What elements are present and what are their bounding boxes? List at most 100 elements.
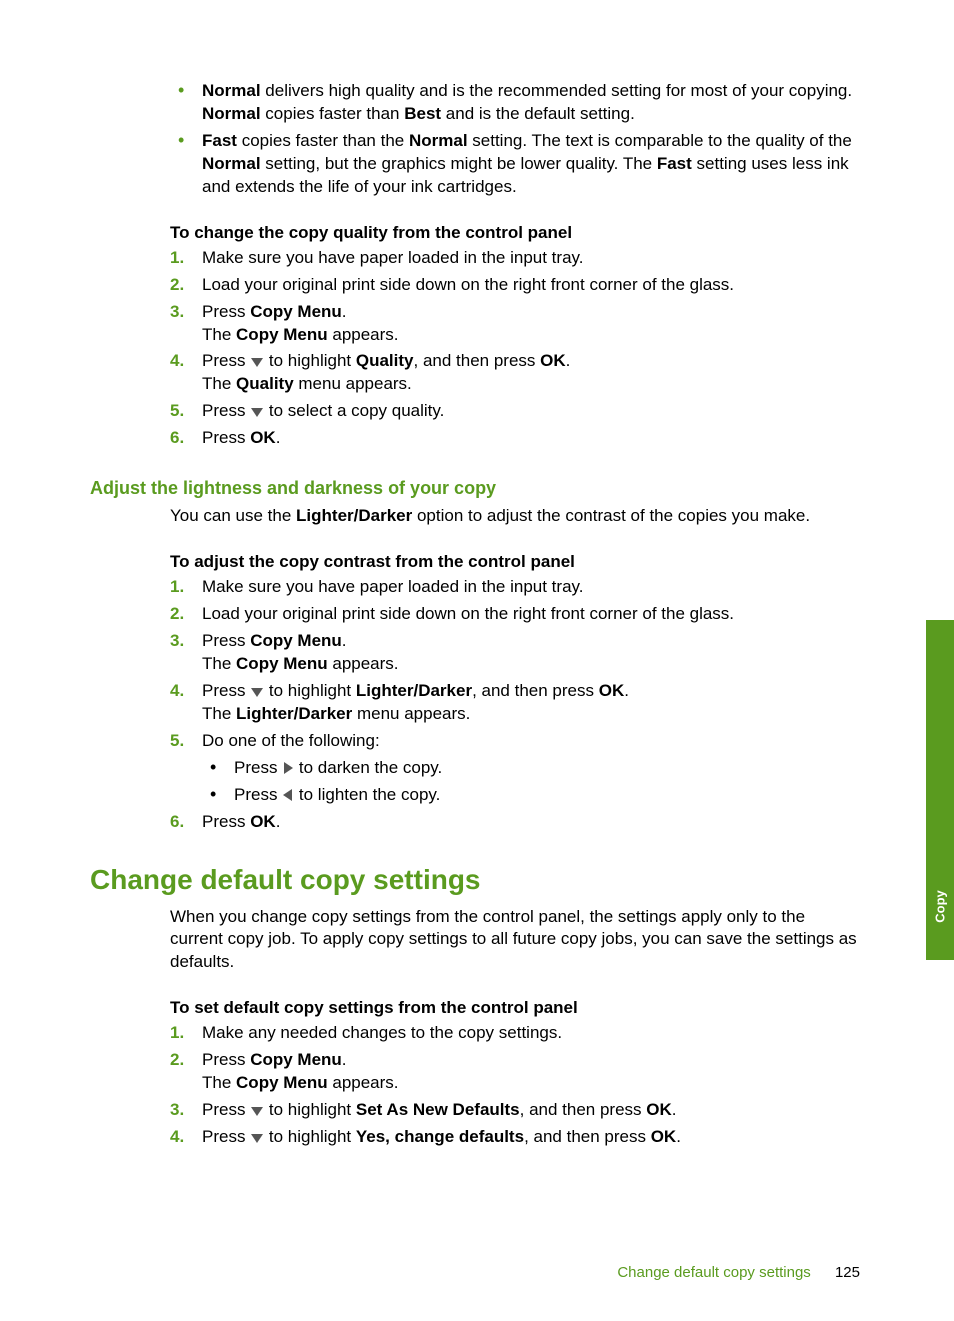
text: Press bbox=[202, 401, 250, 420]
text: to darken the copy. bbox=[294, 758, 442, 777]
list-item: 5. Press to select a copy quality. bbox=[170, 400, 860, 423]
step-number: 5. bbox=[170, 400, 184, 423]
list-item: 6. Press OK. bbox=[170, 427, 860, 450]
text: , and then press bbox=[520, 1100, 647, 1119]
paragraph: You can use the Lighter/Darker option to… bbox=[170, 505, 860, 528]
bold-text: Copy Menu bbox=[250, 302, 342, 321]
text: , and then press bbox=[472, 681, 599, 700]
list-item: 1.Make any needed changes to the copy se… bbox=[170, 1022, 860, 1045]
list-item: 5. Do one of the following: Press to dar… bbox=[170, 730, 860, 807]
bold-text: Normal bbox=[202, 154, 261, 173]
text: Load your original print side down on th… bbox=[202, 604, 734, 623]
list-item: 4. Press to highlight Yes, change defaul… bbox=[170, 1126, 860, 1149]
text: option to adjust the contrast of the cop… bbox=[412, 506, 810, 525]
step-number: 3. bbox=[170, 630, 184, 653]
page: Normal delivers high quality and is the … bbox=[0, 0, 954, 1321]
down-arrow-icon bbox=[250, 1132, 264, 1144]
list-item: 4. Press to highlight Lighter/Darker, an… bbox=[170, 680, 860, 726]
footer-page-number: 125 bbox=[835, 1264, 860, 1281]
text: . bbox=[566, 351, 571, 370]
text: The bbox=[202, 325, 236, 344]
step-number: 2. bbox=[170, 1049, 184, 1072]
step-number: 4. bbox=[170, 350, 184, 373]
text: . bbox=[676, 1127, 681, 1146]
bold-text: Copy Menu bbox=[236, 1073, 328, 1092]
down-arrow-icon bbox=[250, 686, 264, 698]
text: Press bbox=[202, 631, 250, 650]
text: , and then press bbox=[524, 1127, 651, 1146]
list-item: 3. Press to highlight Set As New Default… bbox=[170, 1099, 860, 1122]
list-item: 3. Press Copy Menu. The Copy Menu appear… bbox=[170, 630, 860, 676]
text: and is the default setting. bbox=[441, 104, 635, 123]
text: , and then press bbox=[414, 351, 541, 370]
step-number: 1. bbox=[170, 247, 184, 270]
down-arrow-icon bbox=[250, 406, 264, 418]
procedure-title: To set default copy settings from the co… bbox=[170, 998, 860, 1018]
page-footer: Change default copy settings 125 bbox=[90, 1264, 860, 1281]
text: The bbox=[202, 374, 236, 393]
bold-text: Copy Menu bbox=[250, 1050, 342, 1069]
text: menu appears. bbox=[352, 704, 470, 723]
text: setting, but the graphics might be lower… bbox=[261, 154, 657, 173]
list-item: Press to lighten the copy. bbox=[202, 784, 860, 807]
bold-text: Copy Menu bbox=[236, 654, 328, 673]
step-number: 6. bbox=[170, 811, 184, 834]
text: Do one of the following: bbox=[202, 731, 380, 750]
procedure-title: To adjust the copy contrast from the con… bbox=[170, 552, 860, 572]
intro-bullets: Normal delivers high quality and is the … bbox=[170, 80, 860, 199]
text: The bbox=[202, 654, 236, 673]
procedure-title: To change the copy quality from the cont… bbox=[170, 223, 860, 243]
footer-title: Change default copy settings bbox=[617, 1264, 810, 1281]
text: . bbox=[672, 1100, 677, 1119]
text: to highlight bbox=[264, 351, 356, 370]
bold-text: Fast bbox=[657, 154, 692, 173]
step-number: 6. bbox=[170, 427, 184, 450]
text: . bbox=[276, 812, 281, 831]
text: Press bbox=[202, 302, 250, 321]
text: Press bbox=[202, 1050, 250, 1069]
text: Press bbox=[234, 785, 282, 804]
content-area: Normal delivers high quality and is the … bbox=[90, 80, 860, 1153]
text: . bbox=[342, 631, 347, 650]
down-arrow-icon bbox=[250, 1105, 264, 1117]
section-heading: Change default copy settings bbox=[90, 864, 860, 896]
bold-text: OK bbox=[651, 1127, 677, 1146]
bold-text: Quality bbox=[356, 351, 414, 370]
list-item: 1.Make sure you have paper loaded in the… bbox=[170, 247, 860, 270]
text: copies faster than the bbox=[237, 131, 409, 150]
paragraph: When you change copy settings from the c… bbox=[170, 906, 860, 975]
left-arrow-icon bbox=[282, 788, 294, 802]
step-number: 3. bbox=[170, 301, 184, 324]
text: setting. The text is comparable to the q… bbox=[468, 131, 852, 150]
bold-text: OK bbox=[599, 681, 625, 700]
step-number: 5. bbox=[170, 730, 184, 753]
text: Press bbox=[234, 758, 282, 777]
bold-text: Yes, change defaults bbox=[356, 1127, 524, 1146]
bold-text: Normal bbox=[409, 131, 468, 150]
nested-bullets: Press to darken the copy. Press to light… bbox=[202, 757, 860, 807]
step-number: 2. bbox=[170, 274, 184, 297]
list-item: 3. Press Copy Menu. The Copy Menu appear… bbox=[170, 301, 860, 347]
text: Make any needed changes to the copy sett… bbox=[202, 1023, 562, 1042]
text: . bbox=[624, 681, 629, 700]
text: delivers high quality and is the recomme… bbox=[261, 81, 853, 100]
list-item: Press to darken the copy. bbox=[202, 757, 860, 780]
list-item: 2. Press Copy Menu. The Copy Menu appear… bbox=[170, 1049, 860, 1095]
bold-text: Copy Menu bbox=[236, 325, 328, 344]
bold-text: Copy Menu bbox=[250, 631, 342, 650]
subsection-heading: Adjust the lightness and darkness of you… bbox=[90, 478, 860, 499]
procedure-2: 1.Make sure you have paper loaded in the… bbox=[170, 576, 860, 833]
step-number: 4. bbox=[170, 680, 184, 703]
down-arrow-icon bbox=[250, 356, 264, 368]
text: . bbox=[342, 1050, 347, 1069]
list-item: 4. Press to highlight Quality, and then … bbox=[170, 350, 860, 396]
text: to highlight bbox=[264, 1127, 356, 1146]
bold-text: Normal bbox=[202, 81, 261, 100]
bold-text: OK bbox=[250, 428, 276, 447]
bold-text: Lighter/Darker bbox=[356, 681, 472, 700]
text: to highlight bbox=[264, 1100, 356, 1119]
step-number: 3. bbox=[170, 1099, 184, 1122]
text: Make sure you have paper loaded in the i… bbox=[202, 577, 583, 596]
text: Press bbox=[202, 812, 250, 831]
text: to highlight bbox=[264, 681, 356, 700]
